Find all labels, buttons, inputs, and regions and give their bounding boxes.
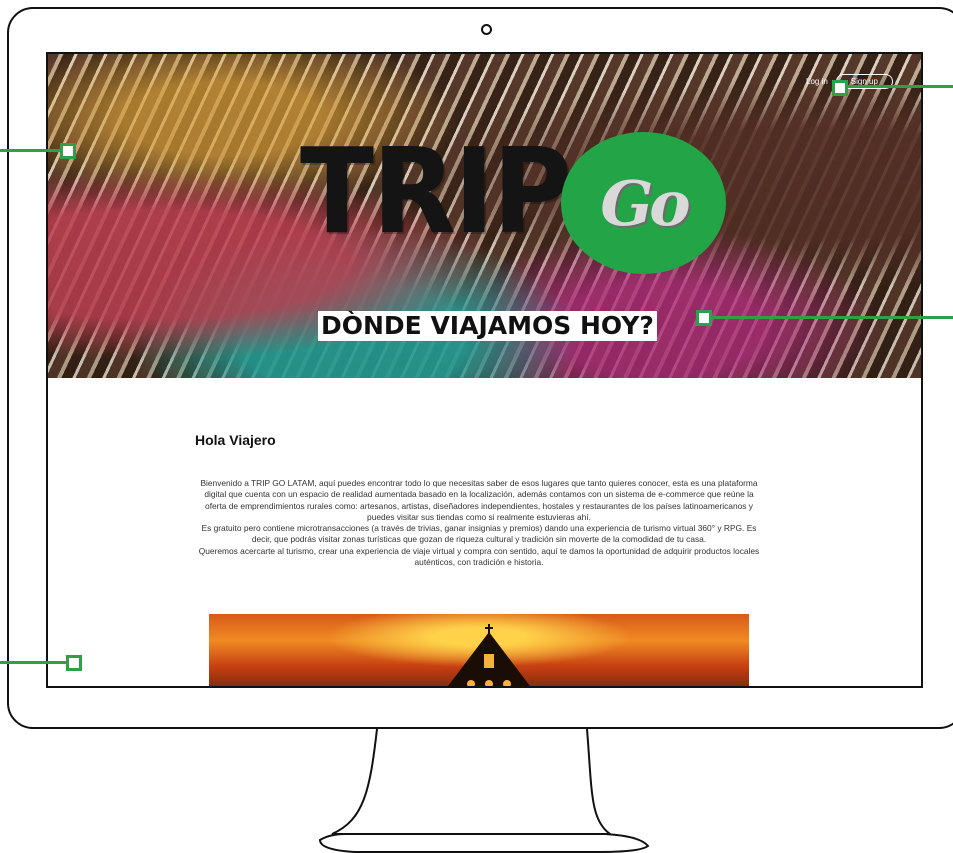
logo-go-badge: Go [561, 132, 726, 274]
login-link[interactable]: Log in [806, 77, 828, 86]
intro-paragraph: Es gratuito pero contiene microtransacci… [201, 523, 757, 545]
annotation-line [708, 316, 953, 319]
annotation-line [842, 85, 953, 88]
intro-paragraph: Queremos acercarte al turismo, crear una… [198, 545, 760, 568]
annotation-line [0, 149, 62, 152]
annotation-marker [60, 143, 76, 159]
church-silhouette-icon [448, 624, 530, 686]
annotation-line [0, 661, 70, 664]
hero-banner: TRIP Go DÒNDE VIAJAMOS HOY? Log in Sign … [48, 54, 921, 378]
page-title: Hola Viajero [195, 432, 276, 448]
website-screen: TRIP Go DÒNDE VIAJAMOS HOY? Log in Sign … [46, 52, 923, 688]
logo-go-text: Go [600, 166, 690, 240]
intro-text: Bienvenido a TRIP GO LATAM, aquí puedes … [198, 478, 760, 568]
logo-trip-text: TRIP [300, 122, 572, 260]
sunset-church-image [209, 614, 749, 686]
annotation-marker [66, 655, 82, 671]
hero-tagline: DÒNDE VIAJAMOS HOY? [318, 311, 657, 341]
annotation-marker [832, 80, 848, 96]
intro-paragraph: Bienvenido a TRIP GO LATAM, aquí puedes … [200, 478, 758, 522]
annotation-marker [696, 310, 712, 326]
